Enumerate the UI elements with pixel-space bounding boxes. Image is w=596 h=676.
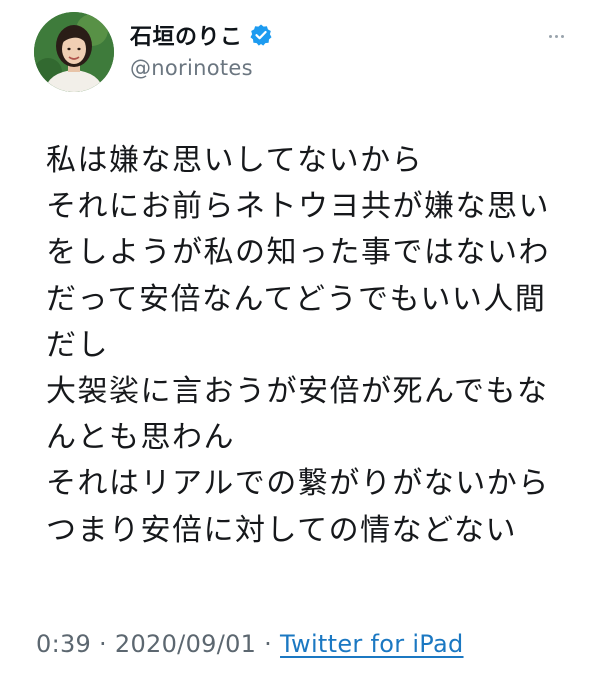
display-name[interactable]: 石垣のりこ — [130, 19, 243, 51]
more-dot — [548, 34, 552, 38]
tweet-text-line: それはリアルでの繋がりがないから — [46, 466, 550, 502]
author-handle[interactable]: @norinotes — [130, 56, 273, 80]
tweet-text-line: だって安倍なんてどうでもいい人間 — [46, 281, 547, 317]
tweet-header: 石垣のりこ @norinotes — [34, 12, 574, 92]
more-dot — [554, 34, 558, 38]
meta-separator: · — [91, 630, 115, 658]
tweet-date[interactable]: 2020/09/01 — [115, 630, 256, 658]
meta-separator: · — [256, 630, 281, 658]
tweet-time[interactable]: 0:39 — [36, 630, 91, 658]
tweet-text-line: をしようが私の知った事ではないわ — [46, 235, 550, 271]
tweet-text-line: 大袈裟に言おうが安倍が死んでもな — [46, 373, 549, 409]
tweet-card: 石垣のりこ @norinotes 私は嫌な思いしてないから それにお前らネトウヨ… — [0, 0, 596, 676]
more-dot — [560, 34, 564, 38]
tweet-text-line: つまり安倍に対しての情などない — [46, 512, 517, 548]
verified-badge-icon — [249, 23, 273, 47]
tweet-text-line: だし — [46, 327, 109, 363]
tweet-text-line: それにお前らネトウヨ共が嫌な思い — [46, 189, 550, 225]
avatar[interactable] — [34, 12, 114, 92]
display-name-row: 石垣のりこ — [130, 20, 273, 50]
tweet-text: 私は嫌な思いしてないから それにお前らネトウヨ共が嫌な思い をしようが私の知った… — [46, 138, 566, 554]
tweet-source-link[interactable]: Twitter for iPad — [280, 630, 464, 658]
tweet-meta: 0:39 · 2020/09/01 · Twitter for iPad — [36, 630, 464, 658]
author-names: 石垣のりこ @norinotes — [130, 20, 273, 80]
tweet-text-line: 私は嫌な思いしてないから — [46, 143, 424, 178]
more-options-icon[interactable] — [542, 26, 570, 46]
avatar-image — [34, 12, 114, 92]
tweet-text-line: んとも思わん — [46, 420, 235, 456]
